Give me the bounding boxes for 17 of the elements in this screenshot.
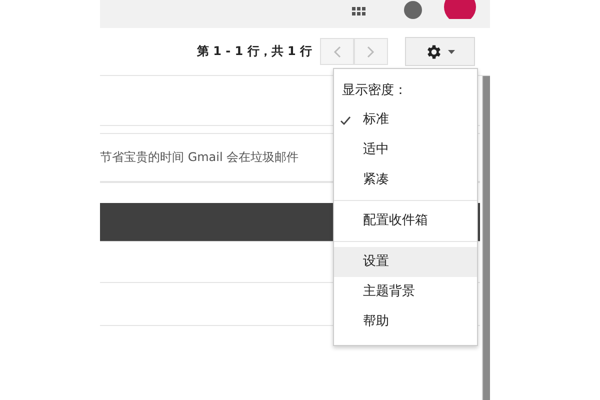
settings-button[interactable] [405,37,475,66]
menu-item[interactable]: 配置收件箱 [334,206,477,236]
menu-item[interactable]: 设置 [334,247,477,277]
scrollbar[interactable] [482,76,490,400]
caret-icon [448,50,455,54]
menu-item[interactable]: 适中 [334,135,477,165]
chevron-left-icon [333,46,341,58]
message-snippet: 节省宝贵的时间 Gmail 会在垃圾邮件 [100,149,299,165]
menu-item[interactable]: 标准 [334,105,477,135]
chevron-right-icon [367,46,375,58]
settings-icon [425,42,443,60]
menu-item[interactable]: 帮助 [334,307,477,337]
pagination-text: 第 1 - 1 行，共 1 行 [196,43,312,60]
menu-item[interactable]: 主题背景 [334,277,477,307]
notification-icon[interactable] [404,1,422,19]
checkmark-icon [340,116,351,125]
menu-heading: 显示密度： [341,82,408,100]
